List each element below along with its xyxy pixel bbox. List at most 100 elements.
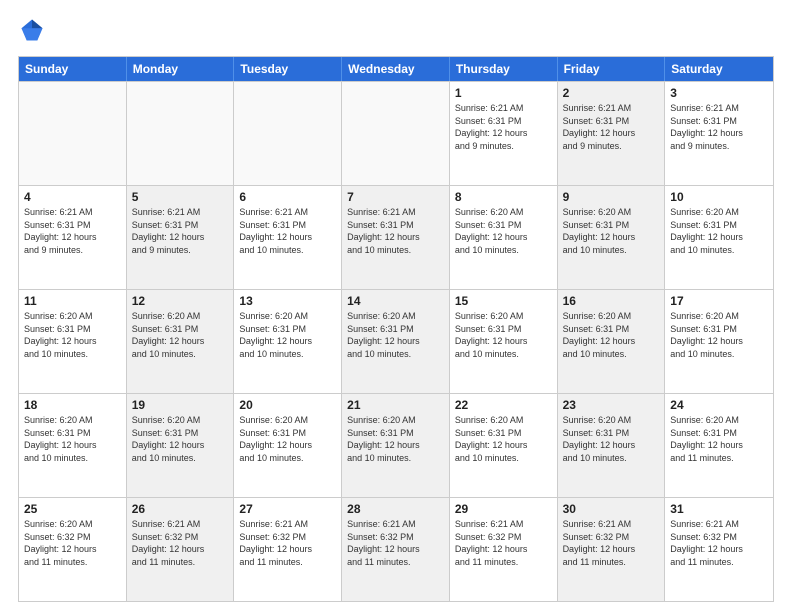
day-number: 20: [239, 398, 336, 412]
cal-cell: 13 Sunrise: 6:20 AM Sunset: 6:31 PM Dayli…: [234, 290, 342, 393]
cal-week-4: 18 Sunrise: 6:20 AM Sunset: 6:31 PM Dayli…: [19, 393, 773, 497]
cal-cell: 6 Sunrise: 6:21 AM Sunset: 6:31 PM Daylig…: [234, 186, 342, 289]
day-info: Sunrise: 6:21 AM Sunset: 6:31 PM Dayligh…: [347, 206, 444, 256]
day-number: 18: [24, 398, 121, 412]
cal-header-wednesday: Wednesday: [342, 57, 450, 81]
day-number: 11: [24, 294, 121, 308]
cal-week-3: 11 Sunrise: 6:20 AM Sunset: 6:31 PM Dayli…: [19, 289, 773, 393]
day-number: 26: [132, 502, 229, 516]
header: [18, 18, 774, 46]
logo-icon: [18, 16, 46, 44]
day-info: Sunrise: 6:21 AM Sunset: 6:32 PM Dayligh…: [347, 518, 444, 568]
day-number: 13: [239, 294, 336, 308]
day-info: Sunrise: 6:21 AM Sunset: 6:31 PM Dayligh…: [455, 102, 552, 152]
cal-cell: 10 Sunrise: 6:20 AM Sunset: 6:31 PM Dayli…: [665, 186, 773, 289]
day-info: Sunrise: 6:20 AM Sunset: 6:31 PM Dayligh…: [455, 206, 552, 256]
day-number: 22: [455, 398, 552, 412]
day-number: 7: [347, 190, 444, 204]
cal-header-saturday: Saturday: [665, 57, 773, 81]
cal-cell: 15 Sunrise: 6:20 AM Sunset: 6:31 PM Dayli…: [450, 290, 558, 393]
day-info: Sunrise: 6:20 AM Sunset: 6:31 PM Dayligh…: [239, 414, 336, 464]
day-info: Sunrise: 6:20 AM Sunset: 6:31 PM Dayligh…: [132, 414, 229, 464]
cal-cell: 19 Sunrise: 6:20 AM Sunset: 6:31 PM Dayli…: [127, 394, 235, 497]
day-number: 15: [455, 294, 552, 308]
cal-header-sunday: Sunday: [19, 57, 127, 81]
day-number: 3: [670, 86, 768, 100]
day-number: 12: [132, 294, 229, 308]
cal-cell: [234, 82, 342, 185]
day-number: 10: [670, 190, 768, 204]
cal-header-thursday: Thursday: [450, 57, 558, 81]
day-info: Sunrise: 6:21 AM Sunset: 6:32 PM Dayligh…: [239, 518, 336, 568]
cal-cell: 14 Sunrise: 6:20 AM Sunset: 6:31 PM Dayli…: [342, 290, 450, 393]
day-number: 2: [563, 86, 660, 100]
day-number: 27: [239, 502, 336, 516]
day-info: Sunrise: 6:20 AM Sunset: 6:31 PM Dayligh…: [24, 414, 121, 464]
day-info: Sunrise: 6:20 AM Sunset: 6:31 PM Dayligh…: [563, 310, 660, 360]
cal-cell: 8Sunrise: 6:20 AM Sunset: 6:31 PM Daylig…: [450, 186, 558, 289]
cal-week-5: 25 Sunrise: 6:20 AM Sunset: 6:32 PM Dayli…: [19, 497, 773, 601]
day-info: Sunrise: 6:21 AM Sunset: 6:31 PM Dayligh…: [239, 206, 336, 256]
cal-header-friday: Friday: [558, 57, 666, 81]
day-number: 16: [563, 294, 660, 308]
day-info: Sunrise: 6:21 AM Sunset: 6:32 PM Dayligh…: [132, 518, 229, 568]
day-number: 9: [563, 190, 660, 204]
day-number: 30: [563, 502, 660, 516]
cal-cell: 11 Sunrise: 6:20 AM Sunset: 6:31 PM Dayli…: [19, 290, 127, 393]
cal-cell: 7 Sunrise: 6:21 AM Sunset: 6:31 PM Daylig…: [342, 186, 450, 289]
day-number: 5: [132, 190, 229, 204]
day-info: Sunrise: 6:21 AM Sunset: 6:32 PM Dayligh…: [455, 518, 552, 568]
cal-cell: [127, 82, 235, 185]
day-number: 14: [347, 294, 444, 308]
day-number: 29: [455, 502, 552, 516]
cal-cell: 1 Sunrise: 6:21 AM Sunset: 6:31 PM Daylig…: [450, 82, 558, 185]
cal-cell: 16 Sunrise: 6:20 AM Sunset: 6:31 PM Dayli…: [558, 290, 666, 393]
day-info: Sunrise: 6:21 AM Sunset: 6:31 PM Dayligh…: [132, 206, 229, 256]
day-number: 31: [670, 502, 768, 516]
day-number: 6: [239, 190, 336, 204]
cal-cell: 12 Sunrise: 6:20 AM Sunset: 6:31 PM Dayli…: [127, 290, 235, 393]
day-info: Sunrise: 6:20 AM Sunset: 6:31 PM Dayligh…: [239, 310, 336, 360]
cal-cell: 29 Sunrise: 6:21 AM Sunset: 6:32 PM Dayli…: [450, 498, 558, 601]
day-info: Sunrise: 6:20 AM Sunset: 6:31 PM Dayligh…: [347, 310, 444, 360]
day-info: Sunrise: 6:21 AM Sunset: 6:32 PM Dayligh…: [670, 518, 768, 568]
cal-week-2: 4 Sunrise: 6:21 AM Sunset: 6:31 PM Daylig…: [19, 185, 773, 289]
cal-cell: 28 Sunrise: 6:21 AM Sunset: 6:32 PM Dayli…: [342, 498, 450, 601]
day-info: Sunrise: 6:20 AM Sunset: 6:31 PM Dayligh…: [670, 206, 768, 256]
cal-cell: 9 Sunrise: 6:20 AM Sunset: 6:31 PM Daylig…: [558, 186, 666, 289]
page: SundayMondayTuesdayWednesdayThursdayFrid…: [0, 0, 792, 612]
day-info: Sunrise: 6:21 AM Sunset: 6:31 PM Dayligh…: [670, 102, 768, 152]
day-number: 1: [455, 86, 552, 100]
cal-cell: 18 Sunrise: 6:20 AM Sunset: 6:31 PM Dayli…: [19, 394, 127, 497]
calendar-header-row: SundayMondayTuesdayWednesdayThursdayFrid…: [19, 57, 773, 81]
day-info: Sunrise: 6:20 AM Sunset: 6:31 PM Dayligh…: [24, 310, 121, 360]
day-info: Sunrise: 6:20 AM Sunset: 6:31 PM Dayligh…: [563, 206, 660, 256]
day-info: Sunrise: 6:20 AM Sunset: 6:31 PM Dayligh…: [670, 310, 768, 360]
cal-week-1: 1 Sunrise: 6:21 AM Sunset: 6:31 PM Daylig…: [19, 81, 773, 185]
day-number: 19: [132, 398, 229, 412]
cal-cell: 24Sunrise: 6:20 AM Sunset: 6:31 PM Dayli…: [665, 394, 773, 497]
day-info: Sunrise: 6:20 AM Sunset: 6:31 PM Dayligh…: [563, 414, 660, 464]
day-info: Sunrise: 6:20 AM Sunset: 6:31 PM Dayligh…: [455, 414, 552, 464]
day-number: 24: [670, 398, 768, 412]
day-number: 17: [670, 294, 768, 308]
cal-cell: [19, 82, 127, 185]
cal-cell: 4Sunrise: 6:21 AM Sunset: 6:31 PM Daylig…: [19, 186, 127, 289]
logo: [18, 18, 48, 46]
day-info: Sunrise: 6:21 AM Sunset: 6:32 PM Dayligh…: [563, 518, 660, 568]
day-info: Sunrise: 6:21 AM Sunset: 6:31 PM Dayligh…: [563, 102, 660, 152]
day-info: Sunrise: 6:20 AM Sunset: 6:31 PM Dayligh…: [132, 310, 229, 360]
cal-cell: 30 Sunrise: 6:21 AM Sunset: 6:32 PM Dayli…: [558, 498, 666, 601]
cal-cell: 21Sunrise: 6:20 AM Sunset: 6:31 PM Dayli…: [342, 394, 450, 497]
cal-cell: 25 Sunrise: 6:20 AM Sunset: 6:32 PM Dayli…: [19, 498, 127, 601]
day-number: 25: [24, 502, 121, 516]
day-number: 28: [347, 502, 444, 516]
day-info: Sunrise: 6:20 AM Sunset: 6:31 PM Dayligh…: [455, 310, 552, 360]
day-info: Sunrise: 6:20 AM Sunset: 6:32 PM Dayligh…: [24, 518, 121, 568]
cal-cell: 3 Sunrise: 6:21 AM Sunset: 6:31 PM Daylig…: [665, 82, 773, 185]
day-number: 21: [347, 398, 444, 412]
cal-cell: [342, 82, 450, 185]
cal-cell: 27 Sunrise: 6:21 AM Sunset: 6:32 PM Dayli…: [234, 498, 342, 601]
day-number: 4: [24, 190, 121, 204]
cal-cell: 31 Sunrise: 6:21 AM Sunset: 6:32 PM Dayli…: [665, 498, 773, 601]
